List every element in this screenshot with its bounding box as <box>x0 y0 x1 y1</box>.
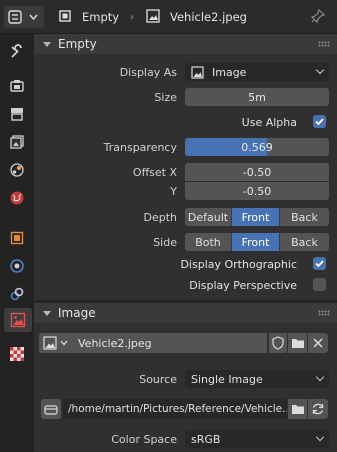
checkmark-icon <box>315 260 324 268</box>
output-icon <box>11 108 23 121</box>
depth-segmented-control: Default Front Back <box>185 208 329 226</box>
source-value: Single Image <box>191 372 263 386</box>
offset-x-field[interactable]: -0.50 <box>185 163 329 181</box>
pin-icon[interactable] <box>310 8 326 26</box>
world-icon <box>10 191 24 205</box>
offset-x-label: Offset X <box>132 166 177 179</box>
chevron-down-icon <box>315 372 325 382</box>
texture-icon <box>10 347 24 361</box>
object-icon <box>58 9 72 26</box>
shield-icon <box>272 336 284 350</box>
browse-image-button[interactable] <box>39 333 72 353</box>
constraints-icon <box>10 287 24 301</box>
render-icon <box>10 80 24 92</box>
breadcrumb-separator: › <box>130 12 134 23</box>
image-panel-header[interactable]: Image <box>34 303 337 323</box>
browse-file-button[interactable] <box>288 399 307 419</box>
panel-title: Image <box>58 306 96 320</box>
display-perspective-label: Display Perspective <box>189 279 297 292</box>
editor-type-icon <box>8 10 38 24</box>
display-as-dropdown[interactable]: Image <box>185 63 329 81</box>
collapse-arrow-icon <box>43 41 51 47</box>
color-space-dropdown[interactable]: sRGB <box>185 430 329 448</box>
chevron-down-icon <box>315 432 325 442</box>
unlink-image-button[interactable] <box>308 333 328 353</box>
depth-label: Depth <box>143 211 177 224</box>
tool-icon <box>11 44 22 58</box>
tab-data[interactable] <box>4 308 32 332</box>
depth-option-front[interactable]: Front <box>232 208 280 226</box>
properties-tab-bar <box>0 34 34 452</box>
transparency-value: 0.569 <box>241 140 273 154</box>
color-space-value: sRGB <box>191 432 221 446</box>
collapse-arrow-icon <box>43 310 51 316</box>
close-icon <box>313 338 323 348</box>
tab-tool[interactable] <box>5 40 29 64</box>
image-data-icon <box>146 9 160 26</box>
scene-icon <box>10 163 24 177</box>
offset-y-label: Y <box>170 185 177 198</box>
tab-physics[interactable] <box>5 254 29 278</box>
data-name: Vehicle2.jpeg <box>170 10 247 24</box>
reload-icon <box>312 403 324 415</box>
drag-grip-icon[interactable] <box>318 310 330 316</box>
open-image-button[interactable] <box>288 333 307 353</box>
tab-object[interactable] <box>5 226 29 250</box>
tab-view-layer[interactable] <box>5 130 29 154</box>
image-data-icon <box>10 312 26 328</box>
package-icon <box>44 405 58 415</box>
use-alpha-checkbox[interactable] <box>313 115 326 128</box>
side-option-both[interactable]: Both <box>185 233 232 251</box>
reload-image-button[interactable] <box>308 399 328 419</box>
checkmark-icon <box>315 118 324 126</box>
chevron-down-icon <box>315 65 325 75</box>
depth-option-back[interactable]: Back <box>280 208 329 226</box>
panel-title: Empty <box>58 37 97 51</box>
physics-icon <box>10 259 24 273</box>
fake-user-button[interactable] <box>269 333 287 353</box>
source-label: Source <box>139 373 177 386</box>
offset-y-field[interactable]: -0.50 <box>185 182 329 200</box>
transparency-label: Transparency <box>103 141 177 154</box>
folder-icon <box>291 339 304 348</box>
object-icon <box>10 231 24 245</box>
color-space-label: Color Space <box>111 433 177 446</box>
display-as-value: Image <box>212 65 247 79</box>
editor-type-button[interactable] <box>4 6 44 28</box>
tab-constraints[interactable] <box>5 282 29 306</box>
side-option-front[interactable]: Front <box>232 233 280 251</box>
pack-image-button[interactable] <box>41 399 61 419</box>
size-label: Size <box>154 91 177 104</box>
object-name: Empty <box>82 10 120 24</box>
image-icon <box>191 65 204 79</box>
depth-option-default[interactable]: Default <box>185 208 232 226</box>
size-field[interactable]: 5m <box>185 88 329 106</box>
tab-scene[interactable] <box>5 158 29 182</box>
empty-panel-header[interactable]: Empty <box>34 34 337 54</box>
display-orthographic-checkbox[interactable] <box>313 257 326 270</box>
folder-icon <box>291 405 304 414</box>
tab-world[interactable] <box>5 186 29 210</box>
transparency-slider[interactable]: 0.569 <box>185 138 329 156</box>
tab-render[interactable] <box>5 74 29 98</box>
source-dropdown[interactable]: Single Image <box>185 370 329 388</box>
drag-grip-icon[interactable] <box>318 41 330 47</box>
side-option-back[interactable]: Back <box>280 233 329 251</box>
tab-output[interactable] <box>5 102 29 126</box>
properties-header: Empty › Vehicle2.jpeg <box>0 0 337 34</box>
side-label: Side <box>153 236 177 249</box>
display-perspective-checkbox[interactable] <box>313 278 326 291</box>
display-as-label: Display As <box>119 66 177 79</box>
image-browse-icon <box>42 336 67 350</box>
tab-texture[interactable] <box>5 342 29 366</box>
properties-panels: Empty Display As Image Size 5m Use Alpha… <box>34 34 337 452</box>
filepath-field[interactable]: /home/martin/Pictures/Reference/Vehicle.… <box>63 399 287 419</box>
image-name-field[interactable]: Vehicle2.jpeg <box>72 333 267 353</box>
use-alpha-label: Use Alpha <box>241 116 297 129</box>
view-layer-icon <box>10 135 24 149</box>
display-orthographic-label: Display Orthographic <box>180 258 297 271</box>
side-segmented-control: Both Front Back <box>185 233 329 251</box>
